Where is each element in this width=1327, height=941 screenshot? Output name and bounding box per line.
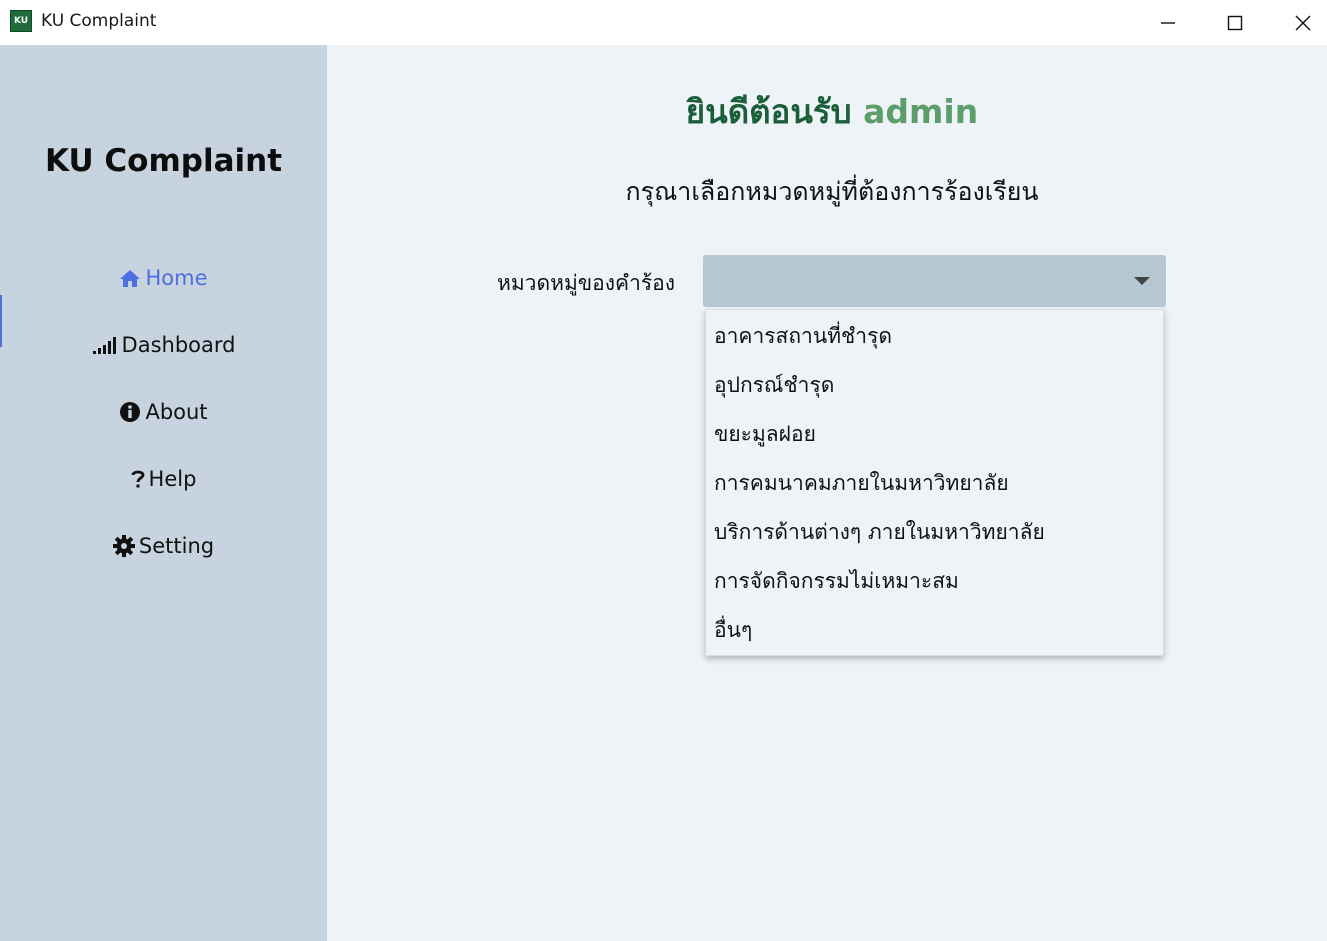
- caret-down-icon: [1134, 277, 1150, 285]
- title-bar[interactable]: KU KU Complaint: [0, 0, 1327, 45]
- sidebar-item-label: About: [145, 400, 208, 424]
- app-window: KU KU Complaint KU Complaint Home Dashbo…: [0, 0, 1327, 941]
- sidebar-item-home[interactable]: Home: [0, 252, 327, 304]
- home-icon: [119, 268, 141, 288]
- sidebar-item-label: Help: [148, 467, 197, 491]
- sidebar-item-label: Dashboard: [121, 333, 236, 357]
- app-logo-icon: KU: [10, 10, 32, 32]
- maximize-icon: [1227, 15, 1243, 30]
- dropdown-option[interactable]: การจัดกิจกรรมไม่เหมาะสม: [706, 557, 1163, 606]
- dropdown-option[interactable]: อาคารสถานที่ชำรุด: [706, 312, 1163, 361]
- welcome-text: ยินดีต้อนรับ: [685, 92, 852, 131]
- dropdown-option[interactable]: ขยะมูลฝอย: [706, 410, 1163, 459]
- category-dropdown-list: อาคารสถานที่ชำรุด อุปกรณ์ชำรุด ขยะมูลฝอย…: [705, 309, 1164, 656]
- question-icon: [131, 469, 145, 489]
- welcome-username: admin: [863, 92, 979, 131]
- dropdown-option[interactable]: อื่นๆ: [706, 606, 1163, 655]
- minimize-icon: [1161, 21, 1175, 24]
- sidebar-item-setting[interactable]: Setting: [0, 520, 327, 572]
- sidebar-item-about[interactable]: About: [0, 386, 327, 438]
- welcome-heading: ยินดีต้อนรับ admin: [327, 85, 1327, 138]
- sidebar-item-dashboard[interactable]: Dashboard: [0, 319, 327, 371]
- page-subtitle: กรุณาเลือกหมวดหมู่ที่ต้องการร้องเรียน: [625, 177, 1039, 206]
- sidebar-item-help[interactable]: Help: [0, 453, 327, 505]
- main-content: ยินดีต้อนรับ admin กรุณาเลือกหมวดหมู่ที่…: [327, 45, 1327, 941]
- window-title: KU Complaint: [41, 11, 157, 31]
- sidebar-item-label: Home: [145, 266, 208, 290]
- minimize-button[interactable]: [1140, 0, 1196, 45]
- close-button[interactable]: [1275, 0, 1327, 45]
- info-icon: [119, 401, 141, 423]
- dropdown-option[interactable]: บริการด้านต่างๆ ภายในมหาวิทยาลัย: [706, 508, 1163, 557]
- sidebar: KU Complaint Home Dashboard About Help S…: [0, 45, 327, 941]
- category-label: หมวดหมู่ของคำร้อง: [497, 271, 676, 295]
- signal-bars-icon: [92, 335, 118, 355]
- dropdown-option[interactable]: การคมนาคมภายในมหาวิทยาลัย: [706, 459, 1163, 508]
- sidebar-app-title: KU Complaint: [44, 143, 283, 179]
- category-select[interactable]: [703, 255, 1166, 307]
- sidebar-item-label: Setting: [138, 534, 215, 558]
- maximize-button[interactable]: [1207, 0, 1263, 45]
- gear-icon: [112, 535, 135, 557]
- dropdown-option[interactable]: อุปกรณ์ชำรุด: [706, 361, 1163, 410]
- close-icon: [1295, 15, 1311, 30]
